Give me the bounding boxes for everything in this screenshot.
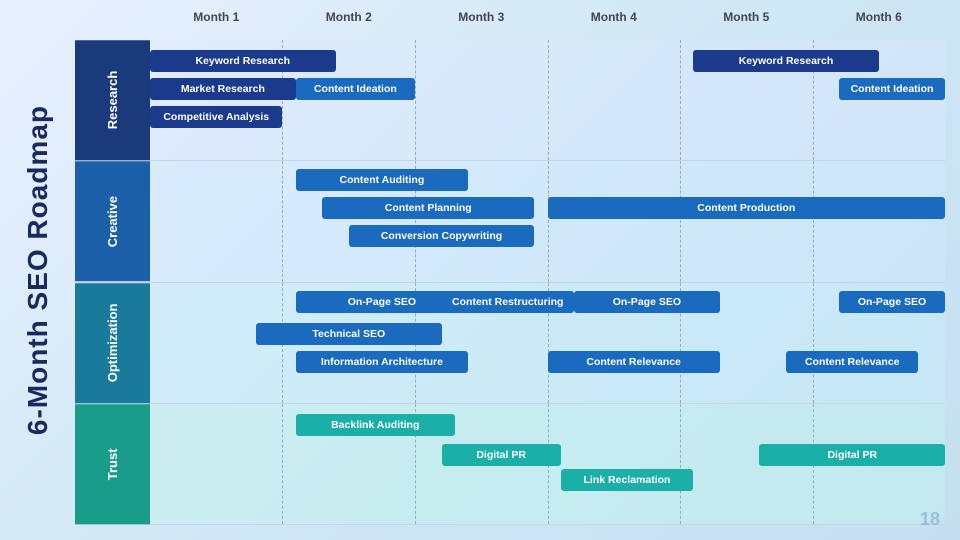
gantt-bar: Information Architecture bbox=[296, 351, 468, 373]
main-title: 6-Month SEO Roadmap bbox=[22, 105, 54, 435]
row-content-creative: Content Auditing Content Planning Conversi… bbox=[150, 161, 945, 281]
month-headers: Month 1Month 2Month 3Month 4Month 5Month… bbox=[150, 10, 945, 40]
gantt-bar: Technical SEO bbox=[256, 323, 442, 345]
gantt-bar: Digital PR bbox=[442, 444, 561, 466]
gantt-bar: Competitive Analysis bbox=[150, 106, 282, 128]
gantt-bar: Digital PR bbox=[759, 444, 945, 466]
gantt-bar: Content Auditing bbox=[296, 169, 468, 191]
row-label-optimization: Optimization bbox=[75, 283, 150, 403]
grid-line bbox=[813, 283, 814, 403]
gantt-bar: Conversion Copywriting bbox=[349, 225, 535, 247]
row-label-research: Research bbox=[75, 40, 150, 160]
gantt-bar: On-Page SEO bbox=[839, 291, 945, 313]
row-content-research: Keyword Research Market Research Competiti… bbox=[150, 40, 945, 160]
month-header: Month 2 bbox=[283, 10, 416, 40]
row-research: ResearchKeyword ResearchMarket ResearchC… bbox=[75, 40, 945, 161]
month-header: Month 4 bbox=[548, 10, 681, 40]
gantt-bar: Keyword Research bbox=[693, 50, 879, 72]
gantt-bar: Content Planning bbox=[322, 197, 534, 219]
title-area: 6-Month SEO Roadmap bbox=[0, 0, 75, 540]
rows-container: ResearchKeyword ResearchMarket ResearchC… bbox=[75, 40, 945, 525]
grid-line bbox=[813, 161, 814, 281]
gantt-bar: Link Reclamation bbox=[561, 469, 693, 491]
row-label-trust: Trust bbox=[75, 404, 150, 524]
gantt-bar: On-Page SEO bbox=[574, 291, 720, 313]
gantt-bar: Content Relevance bbox=[548, 351, 720, 373]
row-creative: Creative Content Auditing Content Planning… bbox=[75, 161, 945, 282]
grid-line bbox=[680, 40, 681, 160]
chart-area: Month 1Month 2Month 3Month 4Month 5Month… bbox=[75, 0, 960, 540]
gantt-bar: Content Relevance bbox=[786, 351, 918, 373]
row-label-creative: Creative bbox=[75, 161, 150, 281]
watermark: 18 bbox=[920, 509, 940, 530]
grid-line bbox=[680, 161, 681, 281]
grid-line bbox=[415, 40, 416, 160]
row-content-trust: Backlink AuditingDigital PRLink Reclamat… bbox=[150, 404, 945, 524]
gantt-bar: Content Production bbox=[548, 197, 946, 219]
gantt-bar: Content Ideation bbox=[839, 78, 945, 100]
month-header: Month 3 bbox=[415, 10, 548, 40]
row-optimization: OptimizationOn-Page SEOContent Restructu… bbox=[75, 283, 945, 404]
grid-line bbox=[680, 404, 681, 524]
row-content-optimization: On-Page SEOContent RestructuringOn-Page … bbox=[150, 283, 945, 403]
month-header: Month 1 bbox=[150, 10, 283, 40]
gantt-bar: Content Restructuring bbox=[442, 291, 574, 313]
row-trust: TrustBacklink AuditingDigital PRLink Rec… bbox=[75, 404, 945, 525]
gantt-bar: Market Research bbox=[150, 78, 296, 100]
grid-line bbox=[548, 40, 549, 160]
month-header: Month 6 bbox=[813, 10, 946, 40]
month-header: Month 5 bbox=[680, 10, 813, 40]
gantt-bar: Keyword Research bbox=[150, 50, 336, 72]
grid-line bbox=[548, 161, 549, 281]
gantt-bar: Backlink Auditing bbox=[296, 414, 455, 436]
grid-line bbox=[282, 404, 283, 524]
grid-line bbox=[282, 161, 283, 281]
gantt-bar: Content Ideation bbox=[296, 78, 415, 100]
